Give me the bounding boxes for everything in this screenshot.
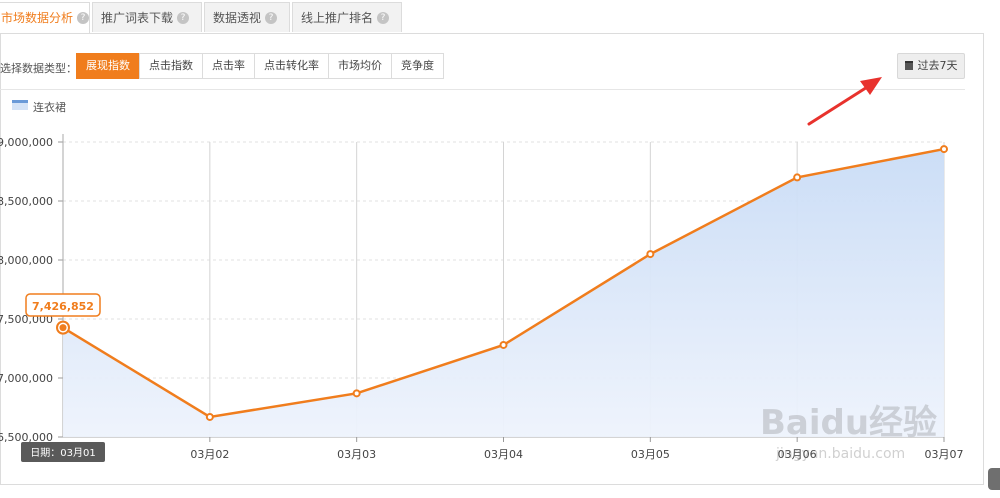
watermark-url: jingyan.baidu.com <box>776 446 906 462</box>
data-point <box>352 389 361 398</box>
y-tick-label: 8,000,000 <box>0 254 53 267</box>
data-point <box>646 250 655 259</box>
x-tick-label: 03月05 <box>631 448 670 461</box>
data-point <box>499 340 508 349</box>
x-tick-label: 03月03 <box>337 448 376 461</box>
x-tick-label: 03月07 <box>925 448 964 461</box>
tooltip: 7,426,852 <box>25 293 101 317</box>
tooltip-value: 7,426,852 <box>32 300 94 313</box>
x-crosshair-label: 日期：03月01 <box>21 442 105 462</box>
y-tick-label: 9,000,000 <box>0 136 53 149</box>
data-point <box>205 412 214 421</box>
tooltip-date: 日期：03月01 <box>30 447 95 459</box>
y-tick-label: 7,000,000 <box>0 372 53 385</box>
x-tick-label: 03月04 <box>484 448 523 461</box>
arrow-annotation <box>807 77 882 126</box>
y-tick-label: 8,500,000 <box>0 195 53 208</box>
data-point <box>793 173 802 182</box>
watermark-logo: Baidu经验 <box>760 403 938 443</box>
x-tick-label: 03月02 <box>190 448 229 461</box>
data-point-center <box>59 324 67 332</box>
data-point <box>940 145 948 154</box>
side-tab[interactable] <box>988 468 1000 490</box>
